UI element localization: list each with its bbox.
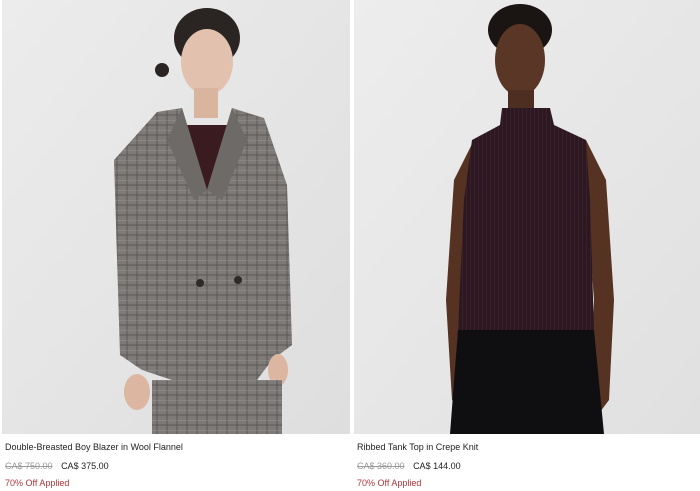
- product-grid: Double-Breasted Boy Blazer in Wool Flann…: [0, 0, 700, 491]
- product-image-tank[interactable]: [354, 0, 700, 434]
- sale-price: CA$ 144.00: [413, 461, 461, 471]
- original-price: CA$ 750.00: [5, 461, 53, 471]
- product-name[interactable]: Ribbed Tank Top in Crepe Knit: [357, 442, 478, 452]
- product-photo: [2, 0, 350, 434]
- product-photo: [354, 0, 700, 434]
- product-name[interactable]: Double-Breasted Boy Blazer in Wool Flann…: [5, 442, 183, 452]
- product-price: CA$ 360.00 CA$ 144.00: [357, 461, 461, 471]
- promo-label: 70% Off Applied: [5, 478, 70, 488]
- sale-price: CA$ 375.00: [61, 461, 109, 471]
- product-image-blazer[interactable]: [2, 0, 350, 434]
- product-price: CA$ 750.00 CA$ 375.00: [5, 461, 109, 471]
- promo-label: 70% Off Applied: [357, 478, 422, 488]
- product-card[interactable]: Ribbed Tank Top in Crepe Knit CA$ 360.00…: [354, 0, 700, 491]
- product-card[interactable]: Double-Breasted Boy Blazer in Wool Flann…: [2, 0, 350, 491]
- original-price: CA$ 360.00: [357, 461, 405, 471]
